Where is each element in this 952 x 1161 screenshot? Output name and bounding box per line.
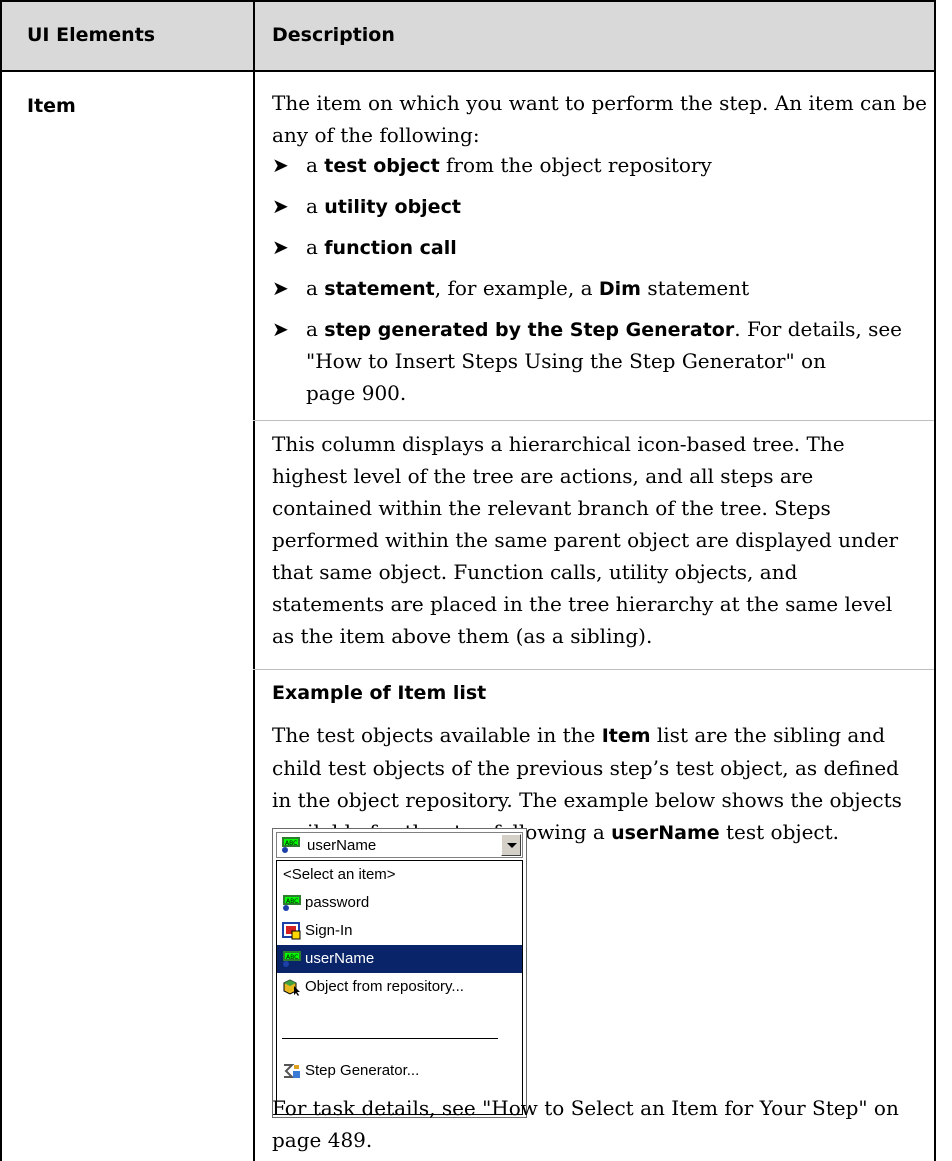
bullet-utility-object: ➤ a utility object bbox=[272, 190, 922, 223]
bullet-text: a bbox=[306, 317, 325, 341]
ui-element-item: Item bbox=[27, 95, 76, 117]
list-item-object-from-repository[interactable]: Object from repository... bbox=[277, 973, 522, 1001]
paragraph-line: as the item above them (as a sibling). bbox=[272, 624, 653, 648]
paragraph-line: in the object repository. The example be… bbox=[272, 788, 902, 812]
list-item-label: <Select an item> bbox=[283, 866, 396, 883]
bullet-arrow-icon: ➤ bbox=[272, 194, 289, 218]
paragraph-line: child test objects of the previous step’… bbox=[272, 756, 899, 780]
bullet-text: from the object repository bbox=[439, 153, 712, 177]
bullet-text: a bbox=[306, 194, 325, 218]
header-description: Description bbox=[272, 24, 395, 46]
svg-text:ABC: ABC bbox=[286, 954, 298, 961]
bullet-arrow-icon: ➤ bbox=[272, 153, 289, 177]
list-item-sign-in[interactable]: Sign-In bbox=[277, 917, 522, 945]
paragraph-line: performed within the same parent object … bbox=[272, 528, 899, 552]
bullet-bold-text: test object bbox=[324, 155, 440, 177]
paragraph-line: contained within the relevant branch of … bbox=[272, 496, 831, 520]
bullet-text: a bbox=[306, 153, 325, 177]
ui-elements-table: UI Elements Description Item The item on… bbox=[0, 0, 952, 1161]
bullet-text: statement bbox=[640, 276, 750, 300]
table-header-border bbox=[0, 70, 936, 72]
bullet-arrow-icon: ➤ bbox=[272, 317, 289, 341]
edit-field-icon: ABC bbox=[283, 951, 301, 967]
task-details-text: For task details, see "How to Select an … bbox=[272, 1092, 932, 1156]
list-item-username[interactable]: ABC userName bbox=[277, 945, 522, 973]
list-item-step-generator[interactable]: Step Generator... bbox=[277, 1057, 522, 1085]
table-column-divider bbox=[253, 0, 255, 1161]
bullet-bold-text: Dim bbox=[598, 278, 641, 300]
paragraph-line: This column displays a hierarchical icon… bbox=[272, 432, 845, 456]
bullet-text: . For details, see bbox=[734, 317, 902, 341]
svg-text:ABC: ABC bbox=[285, 840, 297, 847]
bullet-text: a bbox=[306, 235, 325, 259]
paragraph-text: test object. bbox=[719, 820, 840, 844]
bullet-step-generator: ➤ a step generated by the Step Generator.… bbox=[272, 313, 922, 346]
list-item-select-an-item[interactable]: <Select an item> bbox=[277, 861, 522, 889]
item-combo-box[interactable]: ABC userName bbox=[276, 832, 523, 858]
list-item-label: Step Generator... bbox=[305, 1062, 420, 1079]
bullet-function-call: ➤ a function call bbox=[272, 231, 922, 264]
task-details-link[interactable]: For task details, see "How to Select an … bbox=[272, 1092, 932, 1124]
paragraph-line: statements are placed in the tree hierar… bbox=[272, 592, 893, 616]
combo-selected-value: userName bbox=[307, 837, 377, 854]
table-left-border bbox=[0, 0, 2, 1161]
bullet-arrow-icon: ➤ bbox=[272, 235, 289, 259]
edit-field-icon: ABC bbox=[282, 837, 300, 853]
bullet-text: , for example, a bbox=[434, 276, 599, 300]
svg-text:ABC: ABC bbox=[286, 898, 298, 905]
list-item-label: userName bbox=[305, 950, 375, 967]
list-item-password[interactable]: ABC password bbox=[277, 889, 522, 917]
step-generator-icon bbox=[284, 1064, 300, 1078]
tree-paragraph: This column displays a hierarchical icon… bbox=[272, 428, 932, 652]
example-heading: Example of Item list bbox=[272, 682, 487, 704]
bullet-statement: ➤ a statement, for example, a Dim stateme… bbox=[272, 272, 922, 305]
row-separator bbox=[253, 420, 934, 421]
bullet-arrow-icon: ➤ bbox=[272, 276, 289, 300]
list-separator bbox=[282, 1038, 498, 1039]
item-list: <Select an item> ABC password Sign-In AB… bbox=[276, 860, 523, 1115]
bullet-bold-text: step generated by the Step Generator bbox=[324, 319, 735, 341]
item-list-dropdown[interactable]: ABC userName <Select an item> ABC passwo… bbox=[272, 828, 527, 1118]
list-item-label: password bbox=[305, 894, 370, 911]
list-item-label: Object from repository... bbox=[305, 978, 464, 995]
paragraph-line: that same object. Function calls, utilit… bbox=[272, 560, 798, 584]
bullet-test-object: ➤ a test object from the object repositor… bbox=[272, 149, 922, 182]
edit-field-icon: ABC bbox=[283, 895, 301, 911]
task-details-page: page 489. bbox=[272, 1128, 373, 1152]
object-repository-icon bbox=[283, 979, 300, 996]
table-top-border bbox=[0, 0, 936, 2]
row-separator bbox=[253, 669, 934, 670]
bullet-bold-text: utility object bbox=[324, 196, 461, 218]
paragraph-bold-text: userName bbox=[611, 822, 720, 844]
item-intro-text: The item on which you want to perform th… bbox=[272, 91, 928, 147]
list-item-label: Sign-In bbox=[305, 922, 353, 939]
paragraph-text: The test objects available in the bbox=[272, 723, 602, 747]
paragraph-bold-text: Item bbox=[601, 725, 651, 747]
dropdown-arrow-button[interactable] bbox=[501, 834, 521, 856]
bullet-bold-text: statement bbox=[324, 278, 435, 300]
bullet-text: a bbox=[306, 276, 325, 300]
paragraph-line: The test objects available in the Item l… bbox=[272, 719, 932, 752]
bullet-bold-text: function call bbox=[324, 237, 457, 259]
paragraph-line: highest level of the tree are actions, a… bbox=[272, 464, 814, 488]
image-button-icon bbox=[282, 922, 301, 940]
header-ui-elements: UI Elements bbox=[27, 24, 156, 46]
bullet-step-generator-link[interactable]: "How to Insert Steps Using the Step Gene… bbox=[306, 345, 906, 377]
bullet-step-generator-page: page 900. bbox=[306, 381, 407, 405]
table-right-border bbox=[934, 0, 936, 1161]
paragraph-text: list are the sibling and bbox=[650, 723, 886, 747]
